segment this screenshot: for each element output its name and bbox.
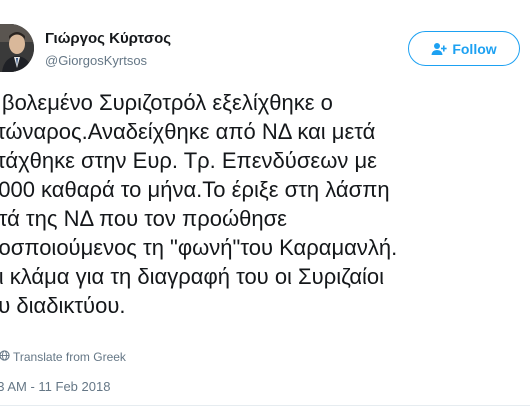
translate-link[interactable]: Translate from Greek (0, 350, 126, 364)
tweet-line: ροσποιούμενος τη "φωνή"του Καραμανλή. (0, 235, 398, 260)
tweet-line: ου διαδικτύου. (0, 293, 126, 318)
avatar[interactable] (0, 24, 34, 72)
tweet-line: ντώναρος.Αναδείχθηκε από ΝΔ και μετά (0, 119, 376, 144)
translate-label: Translate from Greek (13, 350, 126, 364)
tweet-line: ε βολεμένο Συριζοτρόλ εξελίχθηκε ο (0, 90, 333, 115)
tweet-line: 0000 καθαρά το μήνα.Το έριξε στη λάσπη (0, 177, 390, 202)
tweet-line: αι κλάμα για τη διαγραφή του οι Συριζαίο… (0, 264, 385, 289)
tweet-text: ε βολεμένο Συριζοτρόλ εξελίχθηκε ο ντώνα… (0, 88, 530, 320)
tweet-timestamp[interactable]: 23 AM - 11 Feb 2018 (0, 379, 110, 394)
user-handle[interactable]: @GiorgosKyrtsos (45, 53, 147, 68)
divider (0, 405, 530, 406)
follow-button[interactable]: Follow (408, 31, 520, 66)
avatar-image (0, 24, 34, 72)
display-name[interactable]: Γιώργος Κύρτσος (45, 30, 171, 47)
add-user-icon (431, 42, 447, 56)
globe-icon (0, 350, 10, 364)
tweet-line: ατά της ΝΔ που τον προώθησε (0, 206, 287, 231)
follow-button-label: Follow (452, 40, 497, 57)
tweet-line: ντάχθηκε στην Ευρ. Τρ. Επενδύσεων με (0, 148, 377, 173)
